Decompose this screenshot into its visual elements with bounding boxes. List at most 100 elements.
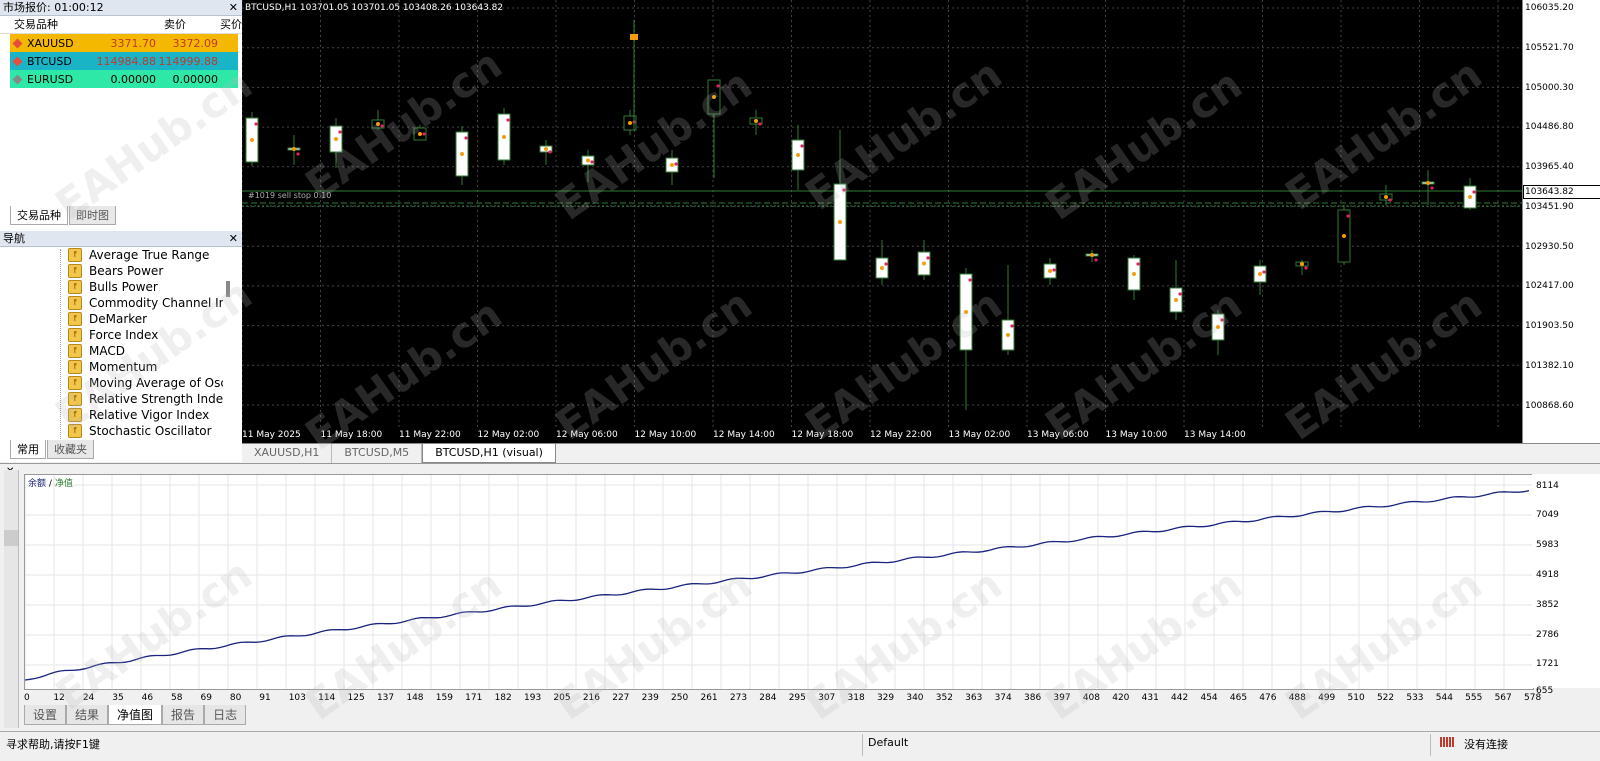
trade-marker — [670, 163, 674, 167]
trade-marker — [754, 119, 758, 123]
navigator-item-label: Force Index — [89, 328, 159, 342]
col-symbol[interactable]: 交易品种 — [0, 16, 110, 33]
chart-tab-btcusd-m5[interactable]: BTCUSD,M5 — [332, 444, 423, 463]
x-axis-label: 567 — [1494, 693, 1512, 703]
chart-tab-xauusd[interactable]: XAUUSD,H1 — [242, 444, 333, 463]
x-axis-label: 12 — [53, 693, 65, 703]
market-row[interactable]: XAUUSD 3371.70 3372.09 — [10, 34, 238, 52]
bid-cell: 3371.70 — [110, 36, 157, 50]
x-axis-label: 205 — [553, 693, 571, 703]
price-chart[interactable]: BTCUSD,H1 103701.05 103701.05 103408.26 … — [242, 0, 1522, 443]
tab-favorites[interactable]: 收藏夹 — [47, 440, 94, 459]
x-axis-label: 544 — [1435, 693, 1453, 703]
close-icon[interactable]: ✕ — [229, 231, 238, 246]
navigator-item[interactable]: f Bulls Power — [68, 279, 242, 295]
trade-marker — [758, 122, 762, 126]
trade-marker — [1174, 298, 1178, 302]
x-axis-label: 46 — [141, 693, 154, 703]
x-axis-label: 239 — [641, 693, 659, 703]
tester-tabs: 设置 结果 净值图 报告 日志 — [24, 705, 247, 725]
legend-separator: / — [48, 479, 52, 489]
x-axis-label: 340 — [906, 693, 924, 703]
x-axis-label: 125 — [347, 693, 365, 703]
trade-marker — [842, 188, 846, 192]
scrollbar-thumb[interactable] — [4, 530, 18, 546]
x-axis-label: 465 — [1229, 693, 1248, 703]
status-bar: 寻求帮助,请按F1键 Default 没有连接 — [0, 731, 1600, 761]
navigator-item[interactable]: f Relative Vigor Index — [68, 407, 242, 423]
market-watch-tabs: 交易品种 即时图 — [10, 206, 117, 225]
x-axis-label: 408 — [1082, 693, 1100, 703]
tab-common[interactable]: 常用 — [10, 440, 46, 459]
x-axis-label: 352 — [935, 693, 953, 703]
price-label: 105000.30 — [1525, 83, 1574, 93]
x-axis-label: 182 — [494, 693, 512, 703]
trade-marker — [296, 152, 300, 156]
col-ask[interactable]: 买价 — [186, 16, 242, 33]
x-axis-label: 114 — [318, 693, 336, 703]
trade-marker — [628, 121, 632, 125]
x-axis-label: 0 — [24, 693, 30, 703]
status-profile[interactable]: Default — [868, 736, 908, 749]
scrollbar-thumb[interactable] — [226, 281, 230, 297]
tester-tab-results[interactable]: 结果 — [66, 705, 109, 725]
market-row[interactable]: EURUSD 0.00000 0.00000 — [10, 70, 238, 88]
navigator-item-label: Relative Vigor Index — [89, 408, 210, 422]
tester-tab-graph[interactable]: 净值图 — [108, 705, 163, 725]
chart-tab-btcusd-visual[interactable]: BTCUSD,H1 (visual) — [422, 444, 556, 463]
trade-marker — [1132, 272, 1136, 276]
trade-marker — [796, 153, 800, 157]
tester-tab-journal[interactable]: 日志 — [204, 705, 247, 725]
navigator-item[interactable]: f MACD — [68, 343, 242, 359]
x-axis-label: 171 — [465, 693, 483, 703]
equity-graph[interactable]: 余额 / 净值 — [24, 474, 1534, 690]
navigator-item[interactable]: f Stochastic Oscillator — [68, 423, 242, 439]
tester-tab-report[interactable]: 报告 — [162, 705, 205, 725]
navigator-item[interactable]: f Momentum — [68, 359, 242, 375]
price-label: 105521.70 — [1525, 43, 1574, 53]
indicator-icon: f — [68, 392, 82, 406]
equity-curve — [25, 489, 1530, 681]
navigator-item[interactable]: f Commodity Channel Index — [68, 295, 242, 311]
y-axis-label: 2786 — [1536, 630, 1559, 640]
navigator-item[interactable]: f Bears Power — [68, 263, 242, 279]
navigator-item[interactable]: f Moving Average of Oscill — [68, 375, 242, 391]
close-icon[interactable]: ✕ — [229, 0, 238, 15]
status-separator — [1430, 734, 1431, 756]
status-connection: 没有连接 — [1464, 738, 1508, 751]
navigator-panel: 导航 ✕ f Average True Range f Bears Power f Bul… — [0, 231, 243, 462]
indicator-icon: f — [68, 424, 82, 438]
trade-marker — [964, 310, 968, 314]
tab-symbols[interactable]: 交易品种 — [10, 206, 68, 225]
navigator-item[interactable]: f Average True Range — [68, 247, 242, 263]
tester-tab-settings[interactable]: 设置 — [24, 705, 67, 725]
y-axis-label: 7049 — [1536, 510, 1559, 520]
indicator-icon: f — [68, 248, 82, 262]
symbol-icon — [12, 56, 23, 66]
navigator-item[interactable]: f Force Index — [68, 327, 242, 343]
navigator-title-bar: 导航 ✕ — [0, 231, 242, 247]
col-bid[interactable]: 卖价 — [110, 16, 186, 33]
x-axis-label: 193 — [524, 693, 542, 703]
market-watch-title-bar: 市场报价: 01:00:12 ✕ — [0, 0, 242, 16]
navigator-item-label: DeMarker — [89, 312, 148, 326]
trade-marker — [1388, 198, 1392, 202]
time-label: 11 May 22:00 — [399, 430, 461, 440]
x-axis-label: 227 — [612, 693, 630, 703]
market-row[interactable]: BTCUSD 114984.88 114999.88 — [10, 52, 238, 70]
y-axis-label: 4918 — [1536, 570, 1559, 580]
trade-marker — [1258, 272, 1262, 276]
trade-marker — [1384, 195, 1388, 199]
navigator-item-label: Momentum — [89, 360, 158, 374]
chart-canvas[interactable] — [242, 0, 1522, 443]
x-axis-label: 510 — [1347, 693, 1365, 703]
time-label: 12 May 02:00 — [477, 430, 540, 440]
navigator-item[interactable]: f DeMarker — [68, 311, 242, 327]
x-axis-label: 35 — [112, 693, 124, 703]
tab-tick-chart[interactable]: 即时图 — [69, 206, 116, 225]
navigator-item[interactable]: f Relative Strength Index — [68, 391, 242, 407]
x-axis-label: 555 — [1465, 693, 1483, 703]
time-label: 12 May 10:00 — [634, 430, 697, 440]
trade-marker — [418, 132, 422, 136]
price-label: 106035.20 — [1525, 3, 1574, 13]
